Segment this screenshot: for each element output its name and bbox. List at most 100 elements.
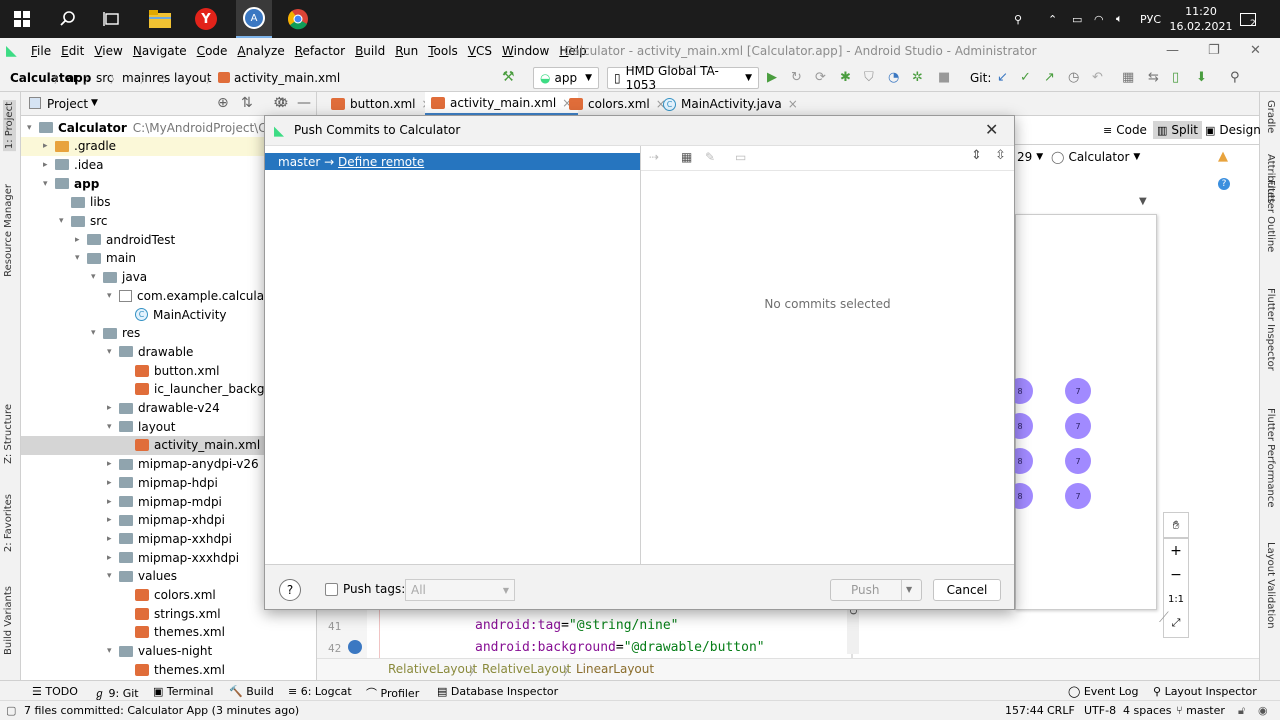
menu-code[interactable]: Code	[192, 44, 233, 58]
define-remote-link[interactable]: Define remote	[338, 155, 424, 169]
api-level-combo[interactable]: 29 ▼	[1017, 150, 1043, 164]
minimize-icon[interactable]: —	[1166, 43, 1179, 58]
run-config-combo[interactable]: ◒ app ▼	[533, 67, 599, 89]
close-icon[interactable]: ×	[788, 97, 798, 111]
chrome-icon[interactable]	[283, 4, 313, 34]
clock[interactable]: 11:20 16.02.2021	[1170, 0, 1233, 38]
gutter-marker-icon[interactable]	[348, 640, 362, 654]
attach-debugger-icon[interactable]: ✲	[912, 70, 928, 86]
lock-icon[interactable]: 🔓︎	[1238, 704, 1245, 718]
view-mode-design[interactable]: ▣ Design	[1205, 123, 1261, 137]
project-view-selector[interactable]: Project	[47, 97, 88, 111]
tab-resource-manager[interactable]: Resource Manager	[3, 184, 14, 277]
push-button[interactable]: Push ▼	[830, 579, 922, 601]
breadcrumb-item[interactable]: activity_main.xml	[234, 71, 340, 85]
editor-tab[interactable]: colors.xml ×	[563, 92, 672, 116]
line-separator[interactable]: CRLF	[1047, 704, 1075, 717]
tree-arrow-icon[interactable]: ▸	[107, 534, 119, 544]
xml-breadcrumb-1[interactable]: RelativeLayout	[388, 662, 477, 676]
tool-button-todo[interactable]: ☰ TODO	[32, 685, 78, 698]
tree-arrow-icon[interactable]: ▾	[107, 291, 119, 301]
tray-chevron-icon[interactable]: ⌃	[1048, 0, 1057, 38]
hide-icon[interactable]: —	[297, 95, 311, 111]
tab-layout-validation[interactable]: Layout Validation	[1265, 542, 1276, 629]
tab-build-variants[interactable]: Build Variants	[3, 586, 14, 655]
file-encoding[interactable]: UTF-8	[1084, 704, 1116, 717]
preview-button[interactable]: 7	[1065, 378, 1091, 404]
git-update-icon[interactable]: ↙	[997, 70, 1013, 86]
profile-icon[interactable]: ◔	[888, 70, 904, 86]
tab-flutter-outline[interactable]: Flutter Outline	[1265, 180, 1276, 252]
locate-icon[interactable]: ⊕	[217, 95, 229, 111]
tree-arrow-icon[interactable]: ▾	[107, 646, 119, 656]
view-mode-code[interactable]: ≡ Code	[1103, 123, 1147, 137]
tree-arrow-icon[interactable]: ▸	[107, 478, 119, 488]
tree-arrow-icon[interactable]: ▾	[107, 347, 119, 357]
xml-breadcrumb-3[interactable]: LinearLayout	[576, 662, 654, 676]
tree-arrow-icon[interactable]: ▸	[107, 497, 119, 507]
input-language[interactable]: РУС	[1140, 0, 1161, 38]
branch-row[interactable]: master → Define remote	[265, 153, 640, 170]
tree-arrow-icon[interactable]: ▸	[107, 459, 119, 469]
tool-button-terminal[interactable]: ▣ Terminal	[153, 685, 213, 698]
search-everywhere-icon[interactable]: ⚲	[1230, 70, 1246, 86]
menu-refactor[interactable]: Refactor	[290, 44, 350, 58]
windows-start-icon[interactable]	[7, 4, 37, 34]
preview-button[interactable]: 7	[1065, 448, 1091, 474]
close-icon[interactable]: ✕	[985, 120, 998, 139]
editor-tab[interactable]: C MainActivity.java ×	[657, 92, 804, 116]
git-branch-widget[interactable]: ⑂ master	[1176, 704, 1225, 717]
caret-position[interactable]: 157:44	[1005, 704, 1044, 717]
pan-tool-icon[interactable]: ✋︎	[1163, 512, 1189, 538]
tab-flutter-performance[interactable]: Flutter Performance	[1265, 408, 1276, 508]
task-view-icon[interactable]	[97, 4, 127, 34]
expand-all-icon[interactable]: ⇕	[971, 148, 982, 163]
gear-icon[interactable]: ⚙	[277, 96, 289, 111]
xml-breadcrumb-2[interactable]: RelativeLayout	[482, 662, 571, 676]
tool-button-6-logcat[interactable]: ≡ 6: Logcat	[288, 685, 352, 698]
tab-project[interactable]: 1: Project	[3, 100, 16, 152]
menu-analyze[interactable]: Analyze	[232, 44, 289, 58]
device-combo[interactable]: ▯ HMD Global TA-1053 ▼	[607, 64, 759, 92]
menu-tools[interactable]: Tools	[423, 44, 463, 58]
menu-window[interactable]: Window	[497, 44, 554, 58]
tab-structure[interactable]: Z: Structure	[3, 404, 14, 464]
tree-arrow-icon[interactable]: ▸	[43, 141, 55, 151]
build-hammer-icon[interactable]: ⚒	[502, 69, 515, 85]
help-icon[interactable]: ?	[1218, 178, 1230, 190]
sync-gradle-icon[interactable]: ⇆	[1148, 70, 1164, 86]
preview-button[interactable]: 7	[1065, 483, 1091, 509]
volume-icon[interactable]: 🔈︎	[1116, 0, 1123, 38]
cancel-button[interactable]: Cancel	[933, 579, 1001, 601]
collapse-all-icon[interactable]: ⇅	[241, 95, 253, 111]
zoom-in-button[interactable]: +	[1164, 539, 1188, 563]
warning-icon[interactable]: ▲	[1218, 149, 1228, 164]
view-mode-split[interactable]: ▥ Split	[1153, 121, 1203, 139]
indent-setting[interactable]: 4 spaces	[1123, 704, 1172, 717]
search-icon[interactable]	[53, 4, 83, 34]
yandex-browser-icon[interactable]: Y	[191, 4, 221, 34]
file-explorer-icon[interactable]	[145, 4, 175, 34]
tree-arrow-icon[interactable]: ▸	[75, 235, 87, 245]
android-studio-taskbar-icon[interactable]: A	[236, 0, 272, 38]
tree-arrow-icon[interactable]: ▾	[75, 253, 87, 263]
tree-item[interactable]: ▾ values-night	[21, 642, 317, 661]
tool-button-database-inspector[interactable]: ▤ Database Inspector	[437, 685, 558, 698]
maximize-icon[interactable]: ❐	[1208, 43, 1220, 58]
tab-flutter-inspector[interactable]: Flutter Inspector	[1265, 288, 1276, 371]
status-message[interactable]: 7 files committed: Calculator App (3 min…	[24, 704, 299, 717]
zoom-out-button[interactable]: −	[1164, 563, 1188, 587]
menu-build[interactable]: Build	[350, 44, 390, 58]
status-toggle-icon[interactable]: ▢	[6, 704, 16, 717]
preview-diff-icon[interactable]: ▭	[735, 150, 746, 164]
preview-button[interactable]: 7	[1065, 413, 1091, 439]
menu-run[interactable]: Run	[390, 44, 423, 58]
menu-edit[interactable]: Edit	[56, 44, 89, 58]
wifi-icon[interactable]: ◠	[1094, 0, 1104, 38]
zoom-actual-button[interactable]: 1:1	[1164, 587, 1188, 611]
editor-tab[interactable]: activity_main.xml ×	[425, 92, 579, 116]
group-by-icon[interactable]: ▦	[681, 150, 692, 164]
tree-item[interactable]: themes.xml	[21, 623, 317, 642]
sdk-manager-icon[interactable]: ⬇	[1196, 70, 1212, 86]
stop-icon[interactable]: ■	[938, 70, 954, 86]
